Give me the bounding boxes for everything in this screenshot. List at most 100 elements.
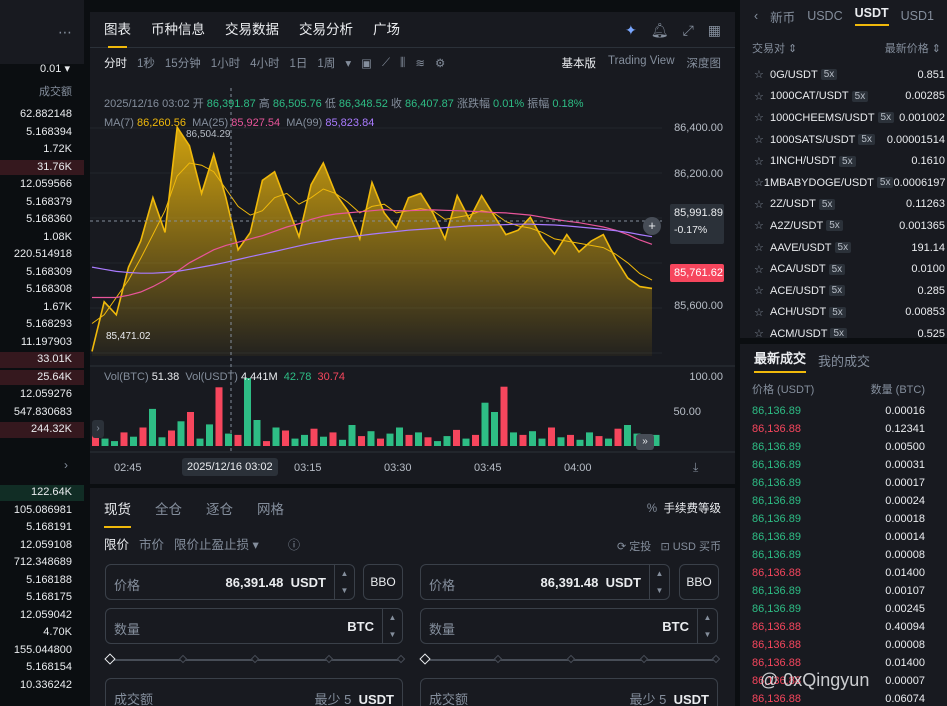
chart-view-option[interactable]: 基本版 (562, 55, 597, 71)
order-book-row[interactable]: 25.64K (0, 369, 84, 387)
bell-icon[interactable]: 🔔︎ (651, 22, 669, 39)
market-row[interactable]: ☆ 1000SATS/USDT 5x 0.00001514 (740, 129, 947, 151)
price-chart[interactable] (90, 88, 735, 484)
order-type-tab[interactable]: 限价止盈止损 ▾ (174, 534, 259, 553)
sell-quantity-field[interactable]: 数量 BTC ▲ ▼ (420, 608, 718, 644)
order-book-row[interactable]: 220.514918 (0, 246, 84, 264)
order-book-row[interactable]: 5.168379 (0, 194, 84, 212)
order-book-row[interactable]: 10.336242 (0, 677, 84, 695)
grid-icon[interactable]: ▦ (708, 22, 721, 39)
buy-total-field[interactable]: 成交额 最少 5 USDT (105, 678, 403, 706)
slider-stop[interactable] (711, 654, 721, 664)
slider-stop[interactable] (396, 654, 406, 664)
chevron-left-icon[interactable]: ‹ (754, 9, 758, 23)
fee-level[interactable]: % 手续费等级 (647, 500, 721, 516)
star-icon[interactable]: ☆ (754, 327, 770, 338)
order-book-row[interactable]: 712.348689 (0, 554, 84, 572)
order-book-row[interactable]: 122.64K (0, 484, 84, 502)
order-book-row[interactable]: 5.168191 (0, 519, 84, 537)
star-icon[interactable]: ☆ (754, 90, 770, 103)
market-row[interactable]: ☆ 1INCH/USDT 5x 0.1610 (740, 150, 947, 172)
interval-option[interactable]: 4小时 (250, 55, 279, 71)
interval-option[interactable]: 1日 (290, 55, 308, 71)
market-tab[interactable]: USDT (854, 6, 889, 26)
price-stepper[interactable]: ▲ ▼ (649, 565, 669, 599)
star-icon[interactable]: ☆ (754, 111, 770, 124)
order-book-row[interactable]: 12.059042 (0, 607, 84, 625)
order-book-row[interactable]: 1.67K (0, 299, 84, 317)
order-book-row[interactable]: 62.882148 (0, 106, 84, 124)
star-icon[interactable]: ☆ (754, 263, 770, 276)
market-row[interactable]: ☆ ACA/USDT 5x 0.0100 (740, 258, 947, 280)
chart-area[interactable]: 2025/12/16 03:02 开 86,391.87 高 86,505.76… (90, 88, 735, 484)
slider-stop[interactable] (639, 654, 649, 664)
order-book-row[interactable]: 5.168175 (0, 589, 84, 607)
order-book-row[interactable]: 1.72K (0, 141, 84, 159)
order-book-row[interactable]: 11.197903 (0, 334, 84, 352)
star-icon[interactable]: ☆ (754, 133, 770, 146)
market-row[interactable]: ☆ 2Z/USDT 5x 0.11263 (740, 194, 947, 216)
sell-bbo-button[interactable]: BBO (679, 564, 719, 600)
slider-stop[interactable] (566, 654, 576, 664)
order-book-row[interactable]: 155.044800 (0, 642, 84, 660)
chart-tab[interactable]: 交易分析 (299, 12, 353, 48)
trades-tab[interactable]: 最新成交 (754, 348, 807, 373)
order-book-row[interactable]: 5.168188 (0, 572, 84, 590)
market-tab[interactable]: 新币 (770, 7, 795, 26)
calendar-icon[interactable]: ▣ (361, 56, 372, 70)
order-book-row[interactable]: 5.168293 (0, 316, 84, 334)
market-row[interactable]: ☆ AAVE/USDT 5x 191.14 (740, 237, 947, 259)
sparkle-icon[interactable]: ✦ (625, 22, 637, 39)
star-icon[interactable]: ☆ (754, 68, 770, 81)
market-row[interactable]: ☆ 1MBABYDOGE/USDT 5x 0.0006197 (740, 172, 947, 194)
chart-view-option[interactable]: Trading View (608, 55, 674, 71)
usd-buy[interactable]: ⊡ USD 买币 (660, 541, 721, 553)
chevron-down-icon[interactable]: ▾ (345, 56, 351, 70)
star-icon[interactable]: ☆ (754, 176, 764, 189)
slider-stop[interactable] (250, 654, 260, 664)
chart-view-option[interactable]: 深度图 (687, 55, 722, 71)
order-type-tab[interactable]: 限价 (104, 534, 129, 553)
market-row[interactable]: ☆ 1000CHEEMS/USDT 5x 0.001002 (740, 107, 947, 129)
price-stepper[interactable]: ▲ ▼ (334, 565, 354, 599)
buy-price-field[interactable]: 价格 86,391.48 USDT ▲ ▼ (105, 564, 355, 600)
order-book-row[interactable]: 31.76K (0, 159, 84, 177)
account-tab[interactable]: 网格 (257, 498, 284, 518)
order-type-tab[interactable]: 市价 (139, 534, 164, 553)
market-row[interactable]: ☆ ACH/USDT 5x 0.00853 (740, 302, 947, 324)
buy-quantity-field[interactable]: 数量 BTC ▲ ▼ (105, 608, 403, 644)
line-chart-icon[interactable]: ⟋ (382, 57, 390, 70)
order-book-row[interactable]: 5.168360 (0, 211, 84, 229)
candle-icon[interactable]: ⫼ (400, 57, 405, 70)
order-book-row[interactable]: 244.32K (0, 421, 84, 439)
precision-select[interactable]: 0.01 ▾ (40, 62, 70, 75)
account-tab[interactable]: 现货 (104, 498, 131, 528)
interval-option[interactable]: 1周 (317, 55, 335, 71)
order-book-row[interactable]: 1.08K (0, 229, 84, 247)
add-order-icon[interactable]: + (643, 217, 661, 235)
sell-price-field[interactable]: 价格 86,391.48 USDT ▲ ▼ (420, 564, 670, 600)
trades-tab[interactable]: 我的成交 (818, 351, 870, 370)
star-icon[interactable]: ☆ (754, 284, 770, 297)
interval-option[interactable]: 分时 (104, 55, 127, 71)
order-book-row[interactable]: 12.059108 (0, 537, 84, 555)
scale-icon[interactable]: ⤓ (693, 460, 698, 475)
slider-handle[interactable] (419, 653, 431, 665)
settings-icon[interactable]: ⚙ (435, 56, 445, 70)
chart-tab[interactable]: 图表 (104, 12, 131, 48)
order-book-row[interactable]: 547.830683 (0, 404, 84, 422)
order-book-row[interactable]: 4.70K (0, 624, 84, 642)
scroll-left-icon[interactable]: › (92, 420, 104, 438)
slider-handle[interactable] (104, 653, 116, 665)
quantity-stepper[interactable]: ▲ ▼ (382, 609, 402, 643)
star-icon[interactable]: ☆ (754, 219, 770, 232)
order-book-row[interactable]: 33.01K (0, 351, 84, 369)
market-tab[interactable]: USD1 (901, 9, 934, 23)
order-book-row[interactable]: 5.168394 (0, 124, 84, 142)
account-tab[interactable]: 全仓 (155, 498, 182, 518)
recurring-buy[interactable]: ⟳ 定投 (617, 541, 651, 553)
slider-stop[interactable] (493, 654, 503, 664)
expand-icon[interactable]: ⤢ (683, 22, 694, 39)
interval-option[interactable]: 1小时 (211, 55, 240, 71)
price-column-header[interactable]: 最新价格 ⇕ (885, 40, 941, 56)
